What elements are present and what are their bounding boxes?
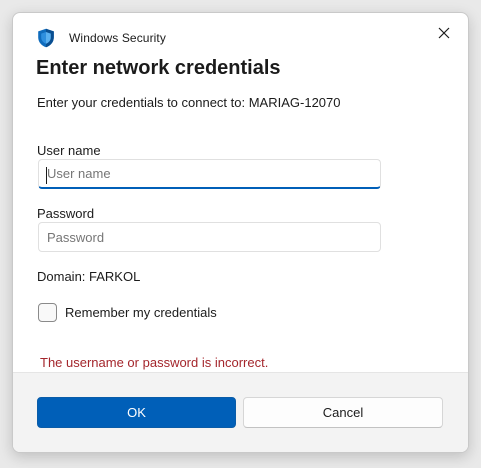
password-label: Password xyxy=(37,206,95,221)
domain-text: Domain: FARKOL xyxy=(37,269,141,284)
text-caret xyxy=(46,167,47,184)
app-title: Windows Security xyxy=(69,31,166,45)
dialog-heading: Enter network credentials xyxy=(36,57,281,79)
password-input[interactable] xyxy=(38,222,381,252)
dialog-subtext: Enter your credentials to connect to: MA… xyxy=(37,95,341,110)
ok-button[interactable]: OK xyxy=(37,397,236,428)
shield-icon xyxy=(37,28,55,48)
credentials-dialog: Windows Security Enter network credentia… xyxy=(12,12,469,453)
title-bar: Windows Security xyxy=(13,13,468,59)
close-button[interactable] xyxy=(428,19,460,51)
username-input[interactable] xyxy=(38,159,381,189)
close-icon xyxy=(438,26,450,44)
username-label: User name xyxy=(37,143,101,158)
button-bar: OK Cancel xyxy=(13,372,468,452)
remember-label[interactable]: Remember my credentials xyxy=(65,305,217,320)
error-message: The username or password is incorrect. xyxy=(40,355,269,370)
cancel-button[interactable]: Cancel xyxy=(243,397,443,428)
remember-checkbox[interactable] xyxy=(38,303,57,322)
